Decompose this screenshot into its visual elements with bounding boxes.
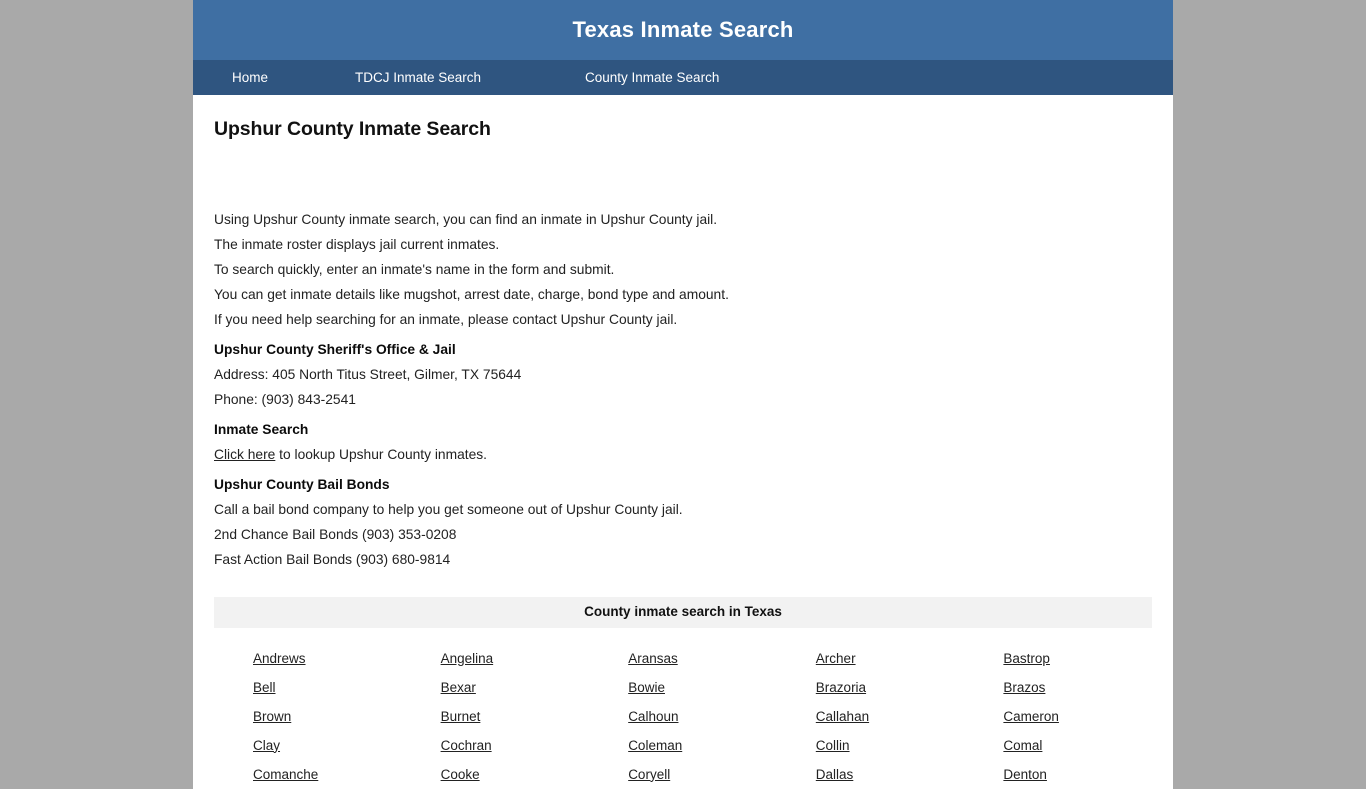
sheriff-office-heading: Upshur County Sheriff's Office & Jail xyxy=(214,342,456,358)
intro-line: If you need help searching for an inmate… xyxy=(214,312,678,328)
intro-line: You can get inmate details like mugshot,… xyxy=(214,287,729,303)
bail-bonds-block: Upshur County Bail Bonds Call a bail bon… xyxy=(214,467,1152,572)
intro-line: To search quickly, enter an inmate's nam… xyxy=(214,262,615,278)
county-link[interactable]: Dallas xyxy=(816,768,854,782)
bail-bonds-heading: Upshur County Bail Bonds xyxy=(214,477,390,493)
site-title: Texas Inmate Search xyxy=(572,17,794,42)
intro-line: Using Upshur County inmate search, you c… xyxy=(214,212,718,228)
county-cell: Archer xyxy=(777,644,965,673)
county-cell: Coryell xyxy=(589,760,777,789)
site-header: Texas Inmate Search xyxy=(193,0,1173,60)
inmate-search-lookup-line: Click here to lookup Upshur County inmat… xyxy=(214,442,1152,467)
county-cell: Cameron xyxy=(964,702,1152,731)
nav-item-county-inmate-search[interactable]: County Inmate Search xyxy=(585,71,719,85)
county-link[interactable]: Comal xyxy=(1003,739,1042,753)
county-link[interactable]: Collin xyxy=(816,739,850,753)
main-content: Upshur County Inmate Search Using Upshur… xyxy=(193,95,1173,789)
county-link[interactable]: Cooke xyxy=(441,768,480,782)
county-link[interactable]: Cochran xyxy=(441,739,492,753)
county-link[interactable]: Denton xyxy=(1003,768,1047,782)
county-link[interactable]: Burnet xyxy=(441,710,481,724)
county-cell: Brazoria xyxy=(777,673,965,702)
page-title: Upshur County Inmate Search xyxy=(214,118,491,140)
county-cell: Comal xyxy=(964,731,1152,760)
county-cell: Bexar xyxy=(402,673,590,702)
county-link[interactable]: Aransas xyxy=(628,652,678,666)
county-link[interactable]: Callahan xyxy=(816,710,869,724)
county-cell: Burnet xyxy=(402,702,590,731)
county-cell: Collin xyxy=(777,731,965,760)
county-cell: Cooke xyxy=(402,760,590,789)
sheriff-office-address: Address: 405 North Titus Street, Gilmer,… xyxy=(214,367,522,383)
sheriff-office-phone: Phone: (903) 843-2541 xyxy=(214,392,356,408)
county-cell: Angelina xyxy=(402,644,590,673)
inmate-search-click-here-link[interactable]: Click here xyxy=(214,447,275,462)
county-cell: Clay xyxy=(214,731,402,760)
county-link[interactable]: Calhoun xyxy=(628,710,678,724)
intro-paragraph: Using Upshur County inmate search, you c… xyxy=(214,141,1152,332)
county-link[interactable]: Bastrop xyxy=(1003,652,1050,666)
county-cell: Comanche xyxy=(214,760,402,789)
county-link[interactable]: Clay xyxy=(253,739,280,753)
nav-item-home[interactable]: Home xyxy=(232,71,355,85)
county-link-grid: Andrews Angelina Aransas Archer Bastrop Bell B… xyxy=(214,628,1152,789)
county-cell: Bell xyxy=(214,673,402,702)
inmate-search-heading: Inmate Search xyxy=(214,422,309,438)
county-link[interactable]: Brown xyxy=(253,710,291,724)
county-link[interactable]: Brazoria xyxy=(816,681,866,695)
county-link[interactable]: Brazos xyxy=(1003,681,1045,695)
sheriff-office-block: Upshur County Sheriff's Office & Jail Ad… xyxy=(214,332,1152,412)
nav-item-tdcj-inmate-search[interactable]: TDCJ Inmate Search xyxy=(355,71,585,85)
inmate-search-lookup-text: to lookup Upshur County inmates. xyxy=(275,447,488,463)
county-link[interactable]: Bell xyxy=(253,681,276,695)
county-cell: Bastrop xyxy=(964,644,1152,673)
county-link[interactable]: Cameron xyxy=(1003,710,1059,724)
county-cell: Brown xyxy=(214,702,402,731)
county-table-header: County inmate search in Texas xyxy=(214,597,1152,628)
main-navigation: Home TDCJ Inmate Search County Inmate Se… xyxy=(193,60,1173,95)
county-link[interactable]: Coleman xyxy=(628,739,682,753)
inmate-search-block: Inmate Search Click here to lookup Upshu… xyxy=(214,412,1152,467)
county-cell: Dallas xyxy=(777,760,965,789)
county-cell: Andrews xyxy=(214,644,402,673)
county-link[interactable]: Bowie xyxy=(628,681,665,695)
bail-bond-company: 2nd Chance Bail Bonds (903) 353-0208 xyxy=(214,527,457,543)
county-cell: Coleman xyxy=(589,731,777,760)
county-cell: Denton xyxy=(964,760,1152,789)
county-search-section: County inmate search in Texas Andrews Ang… xyxy=(214,597,1152,789)
county-cell: Brazos xyxy=(964,673,1152,702)
county-link[interactable]: Coryell xyxy=(628,768,670,782)
county-cell: Calhoun xyxy=(589,702,777,731)
intro-line: The inmate roster displays jail current … xyxy=(214,237,500,253)
county-link[interactable]: Bexar xyxy=(441,681,476,695)
county-cell: Bowie xyxy=(589,673,777,702)
county-link[interactable]: Comanche xyxy=(253,768,318,782)
bail-bonds-intro: Call a bail bond company to help you get… xyxy=(214,502,683,518)
county-link[interactable]: Angelina xyxy=(441,652,494,666)
county-cell: Aransas xyxy=(589,644,777,673)
county-link[interactable]: Archer xyxy=(816,652,856,666)
bail-bond-company: Fast Action Bail Bonds (903) 680-9814 xyxy=(214,552,451,568)
county-link[interactable]: Andrews xyxy=(253,652,306,666)
county-cell: Cochran xyxy=(402,731,590,760)
page-container: Texas Inmate Search Home TDCJ Inmate Sea… xyxy=(193,0,1173,789)
county-cell: Callahan xyxy=(777,702,965,731)
